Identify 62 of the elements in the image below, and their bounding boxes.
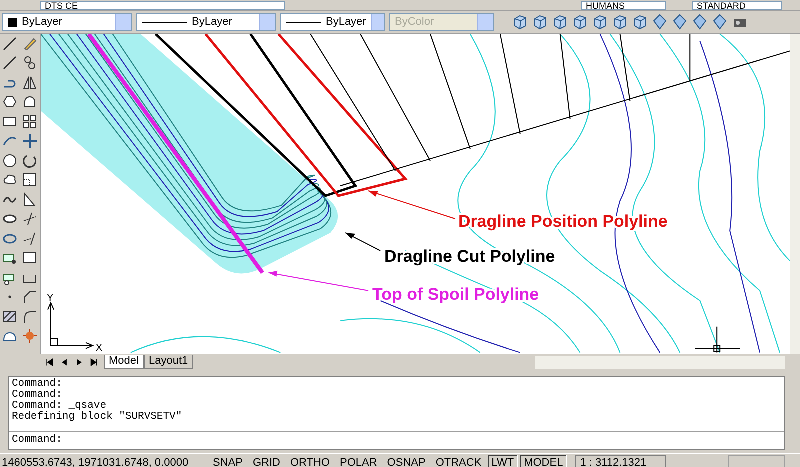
status-toggle[interactable]: GRID — [248, 454, 284, 467]
lineweight-dropdown[interactable]: ByLayer — [280, 13, 385, 31]
stretch-icon[interactable] — [22, 192, 38, 208]
cube-icon[interactable] — [612, 14, 628, 30]
command-history-line: Redefining block "SURVSETV" — [12, 412, 184, 423]
diamond-icon[interactable] — [672, 14, 688, 30]
diamond-icon[interactable] — [692, 14, 708, 30]
text-style-dropdown[interactable]: HUMANS — [581, 1, 666, 10]
trim-icon[interactable] — [22, 211, 38, 228]
command-history-line: Command: — [12, 390, 64, 401]
fillet-icon[interactable] — [22, 308, 38, 325]
pencil-icon[interactable] — [22, 36, 38, 52]
cube-icon[interactable] — [592, 14, 608, 30]
status-toggle[interactable]: POLAR — [336, 454, 382, 467]
command-history-line: Command: — [12, 379, 64, 390]
cube-icon[interactable] — [552, 14, 568, 30]
dropdown-value: ByLayer — [192, 16, 232, 28]
command-prompt[interactable]: Command: — [9, 432, 784, 449]
hatch-icon[interactable] — [2, 308, 18, 325]
tray-area — [728, 454, 785, 467]
diamond-icon[interactable] — [652, 14, 668, 30]
dropdown-value: ByLayer — [22, 16, 62, 28]
cube-icon[interactable] — [572, 14, 588, 30]
ucs-icon — [48, 302, 94, 350]
scale-readout: 1 : 3112.1321 — [575, 454, 666, 467]
status-toggle[interactable]: OTRACK — [432, 454, 486, 467]
status-toggle[interactable]: LWT — [488, 454, 518, 467]
linetype-dropdown[interactable]: ByLayer — [136, 13, 276, 31]
dropdown-value: ByLayer — [326, 16, 366, 28]
horizontal-scrollbar[interactable] — [535, 356, 785, 368]
leader-line — [345, 232, 382, 252]
color-dropdown[interactable]: ByLayer — [2, 13, 132, 31]
status-toggle[interactable]: ORTHO — [286, 454, 334, 467]
circles-icon[interactable] — [22, 55, 38, 72]
line-icon[interactable] — [2, 55, 18, 72]
cube-icon[interactable] — [532, 14, 548, 30]
crosshair-cursor — [694, 326, 741, 354]
line-icon[interactable] — [2, 36, 18, 52]
layout-tab[interactable]: Model — [104, 355, 144, 369]
axis-label: X — [96, 342, 103, 354]
circle-icon[interactable] — [2, 152, 18, 169]
mirror-icon[interactable] — [22, 74, 38, 91]
dropdown-value: ByColor — [395, 16, 434, 28]
polygon-icon[interactable] — [2, 94, 18, 110]
extend-icon[interactable] — [22, 230, 38, 247]
diamond-icon[interactable] — [712, 14, 728, 30]
move-icon[interactable] — [22, 133, 38, 150]
command-history-line: Command: _qsave — [12, 401, 107, 412]
cube-icon[interactable] — [512, 14, 528, 30]
vertical-scrollbar[interactable] — [790, 34, 800, 354]
status-toggle[interactable]: OSNAP — [383, 454, 430, 467]
cube-icon[interactable] — [632, 14, 648, 30]
status-toggle[interactable]: SNAP — [209, 454, 247, 467]
grid-icon[interactable] — [22, 114, 38, 130]
chamfer-icon[interactable] — [22, 289, 38, 306]
rotate-icon[interactable] — [22, 152, 38, 169]
layer-dropdown[interactable]: DTS CE — [40, 1, 285, 10]
axis-label: Y — [47, 292, 54, 304]
color-swatch — [8, 18, 17, 26]
layout-tab[interactable]: Layout1 — [144, 355, 194, 369]
status-toggle[interactable]: MODEL — [520, 454, 568, 467]
dim-style-dropdown[interactable]: STANDARD — [692, 1, 782, 10]
